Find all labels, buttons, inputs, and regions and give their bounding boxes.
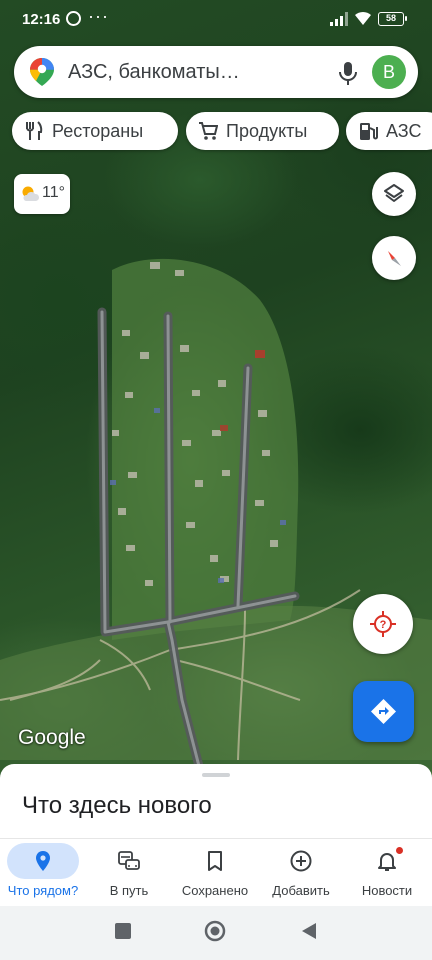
search-input[interactable]: АЗС, банкоматы… (68, 61, 240, 84)
location-unknown-icon: ? (370, 611, 396, 637)
nav-label: Сохранено (181, 883, 249, 898)
google-attribution: Google (18, 726, 86, 749)
nav-explore[interactable]: Что рядом? (0, 839, 86, 907)
status-bar: 12:16 ··· 58 (0, 0, 432, 40)
directions-icon (371, 699, 396, 724)
microphone-icon[interactable] (336, 60, 360, 86)
location-pin-icon (36, 851, 50, 871)
nav-label: В путь (109, 883, 149, 898)
compass-icon (388, 251, 401, 266)
commute-icon (118, 851, 140, 870)
add-circle-icon (290, 850, 312, 872)
nav-label: Что рядом? (7, 883, 79, 898)
whatsapp-icon (66, 11, 81, 26)
weather-widget[interactable]: 11° (14, 174, 70, 214)
nav-label: Новости (361, 883, 413, 898)
chip-groceries[interactable]: Продукты (186, 112, 339, 150)
cart-icon (199, 122, 218, 140)
status-time: 12:16 (22, 11, 61, 28)
notification-dot (396, 847, 403, 854)
more-notifications-icon: ··· (88, 6, 109, 26)
home-icon[interactable] (204, 920, 226, 942)
recents-icon[interactable] (114, 922, 132, 940)
bottom-navigation: Что рядом? В путь Сохранено Добавить Нов… (0, 838, 432, 906)
chip-label: Рестораны (52, 121, 144, 141)
svg-text:?: ? (380, 619, 387, 631)
weather-temperature: 11° (42, 184, 66, 201)
google-maps-pin-icon (30, 58, 54, 86)
compass-button[interactable] (372, 236, 416, 280)
wifi-icon (355, 11, 371, 25)
restaurant-icon (26, 121, 43, 140)
search-bar[interactable]: АЗС, банкоматы… B (14, 46, 418, 98)
sheet-drag-handle[interactable] (202, 773, 230, 777)
partly-cloudy-icon (22, 186, 40, 201)
nav-saved[interactable]: Сохранено (172, 839, 258, 907)
layers-button[interactable] (372, 172, 416, 216)
my-location-button[interactable]: ? (353, 594, 413, 654)
bookmark-icon (208, 851, 222, 871)
back-icon[interactable] (300, 922, 318, 940)
nav-commute[interactable]: В путь (86, 839, 172, 907)
sheet-title: Что здесь нового (22, 792, 212, 819)
nav-updates[interactable]: Новости (344, 839, 430, 907)
chip-restaurants[interactable]: Рестораны (12, 112, 178, 150)
system-navigation-bar (0, 906, 432, 960)
nav-label: Добавить (272, 883, 330, 898)
layers-icon (384, 184, 404, 202)
signal-icon (330, 12, 348, 26)
chip-label: АЗС (386, 121, 422, 141)
battery-icon: 58 (378, 12, 407, 26)
nav-contribute[interactable]: Добавить (258, 839, 344, 907)
chip-gas-station[interactable]: АЗС (346, 112, 432, 150)
account-avatar[interactable]: B (372, 55, 406, 89)
directions-button[interactable] (353, 681, 414, 742)
gas-station-icon (360, 123, 378, 140)
chip-label: Продукты (226, 121, 308, 141)
bell-icon (378, 853, 396, 871)
